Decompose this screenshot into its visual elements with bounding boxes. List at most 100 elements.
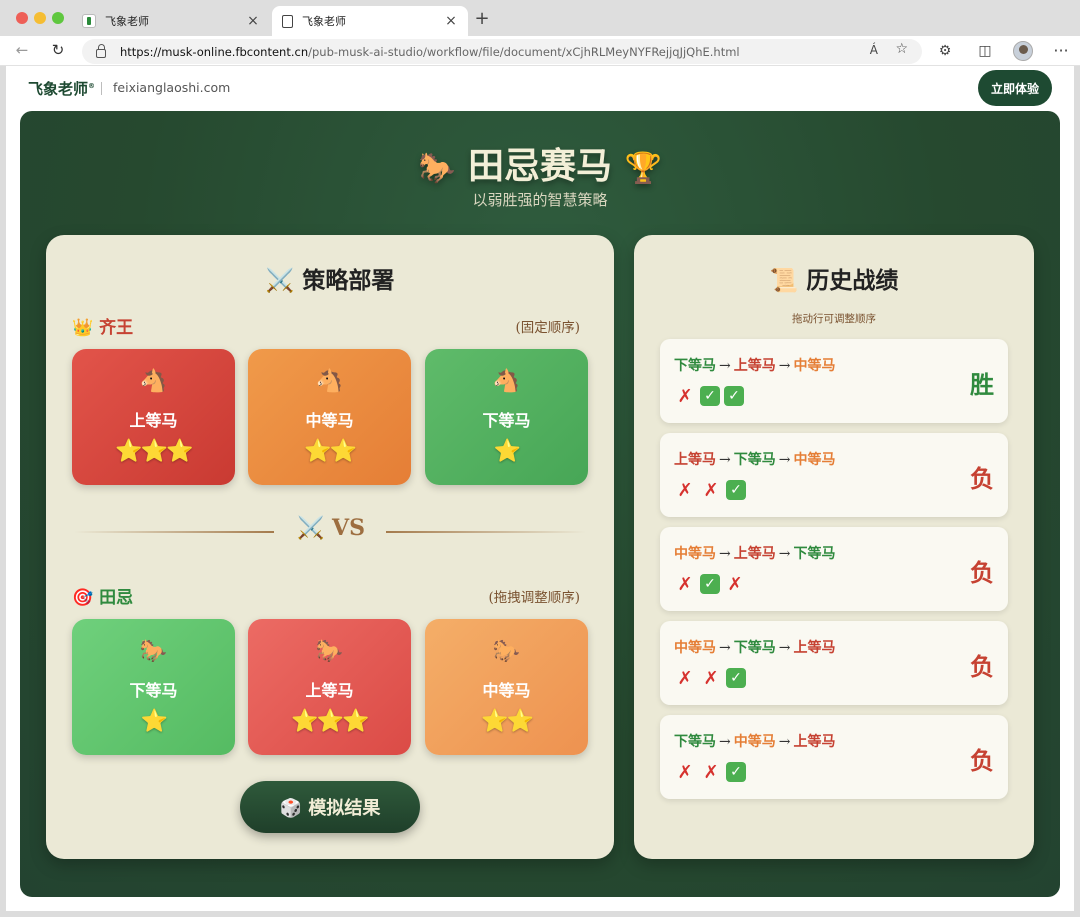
try-now-button[interactable]: 立即体验 xyxy=(978,70,1052,106)
check-mark-icon: ✓ xyxy=(724,386,744,406)
tab-close-icon[interactable]: × xyxy=(444,13,458,29)
history-panel: 📜 历史战绩 拖动行可调整顺序 下等马 → 上等马 → 中等马 ✗ ✓ ✓ 胜 上等马 →… xyxy=(634,235,1034,859)
cross-mark-icon: ✗ xyxy=(703,479,719,501)
horse-label: 下等马 xyxy=(482,411,531,430)
browser-tab-1[interactable]: 飞象老师 × xyxy=(72,6,270,36)
cross-mark-icon: ✗ xyxy=(677,573,693,595)
sequence-horse: 中等马 xyxy=(733,734,776,750)
page-title: 🐎 田忌赛马 🏆 xyxy=(20,137,1060,189)
history-record-row[interactable]: 下等马 → 中等马 → 上等马 ✗ ✗ ✓ 负 xyxy=(660,715,1008,799)
horse-face-icon: 🐴 xyxy=(492,369,521,394)
sequence-horse: 上等马 xyxy=(793,640,836,656)
vs-divider-left xyxy=(74,531,274,533)
arrow-icon: → xyxy=(719,734,731,750)
record-marks: ✗ ✓ ✗ xyxy=(674,573,746,595)
simulate-result-button[interactable]: 🎲 模拟结果 xyxy=(240,781,420,833)
new-tab-icon[interactable]: + xyxy=(472,8,492,29)
site-header: 飞象老师® feixianglaoshi.com 立即体验 xyxy=(6,66,1074,110)
window-zoom-button[interactable] xyxy=(52,12,64,24)
record-marks: ✗ ✗ ✓ xyxy=(674,479,746,501)
cross-mark-icon: ✗ xyxy=(677,479,693,501)
horse-stars: ⭐ xyxy=(493,439,521,464)
window-close-button[interactable] xyxy=(16,12,28,24)
history-record-row[interactable]: 上等马 → 下等马 → 中等马 ✗ ✗ ✓ 负 xyxy=(660,433,1008,517)
racing-horse-icon: 🐎 xyxy=(492,639,521,664)
tab-close-icon[interactable]: × xyxy=(246,13,260,29)
horse-label: 中等马 xyxy=(482,681,531,700)
profile-avatar[interactable] xyxy=(1013,41,1033,61)
history-record-row[interactable]: 下等马 → 上等马 → 中等马 ✗ ✓ ✓ 胜 xyxy=(660,339,1008,423)
racing-horse-icon: 🐎 xyxy=(139,639,168,664)
record-sequence: 中等马 → 下等马 → 上等马 xyxy=(674,637,835,657)
cross-mark-icon: ✗ xyxy=(677,761,693,783)
racing-horse-icon: 🐎 xyxy=(315,639,344,664)
qi-horse-card: 🐴 下等马 ⭐ xyxy=(425,349,588,485)
split-screen-icon[interactable]: ◫ xyxy=(976,43,994,59)
header-divider xyxy=(101,82,102,95)
title-text: 田忌赛马 xyxy=(467,145,612,187)
url-host: https://musk-online.fbcontent.cn xyxy=(120,44,309,59)
strategy-title-text: 策略部署 xyxy=(302,267,395,294)
record-marks: ✗ ✗ ✓ xyxy=(674,761,746,783)
qi-horse-card: 🐴 中等马 ⭐⭐ xyxy=(248,349,411,485)
record-sequence: 中等马 → 上等马 → 下等马 xyxy=(674,543,835,563)
arrow-icon: → xyxy=(778,734,791,750)
window-minimize-button[interactable] xyxy=(34,12,46,24)
record-sequence: 上等马 → 下等马 → 中等马 xyxy=(674,449,835,469)
back-arrow-icon[interactable]: ← xyxy=(12,41,32,59)
tab-title: 飞象老师 xyxy=(105,15,149,28)
lock-icon[interactable] xyxy=(96,44,106,58)
browser-tab-bar: 飞象老师 × 飞象老师 × + xyxy=(0,0,1080,36)
qi-row-header: 👑 齐王 (固定顺序) xyxy=(72,313,588,338)
horse-label: 上等马 xyxy=(129,411,178,430)
check-mark-icon: ✓ xyxy=(726,668,746,688)
brand-domain: feixianglaoshi.com xyxy=(113,80,231,95)
sequence-horse: 上等马 xyxy=(674,452,716,468)
horse-stars: ⭐⭐ xyxy=(304,439,357,464)
sequence-horse: 上等马 xyxy=(733,358,776,374)
sequence-horse: 下等马 xyxy=(733,452,776,468)
extensions-icon[interactable]: ⚙ xyxy=(936,43,954,59)
url-text[interactable]: https://musk-online.fbcontent.cn/pub-mus… xyxy=(120,45,740,59)
tian-horse-card-draggable[interactable]: 🐎 上等马 ⭐⭐⭐ xyxy=(248,619,411,755)
arrow-icon: → xyxy=(778,358,791,374)
cross-mark-icon: ✗ xyxy=(703,667,719,689)
game-app: 🐎 田忌赛马 🏆 以弱胜强的智慧策略 ⚔️ 策略部署 👑 齐王 (固定顺序) 🐴… xyxy=(20,111,1060,897)
trophy-icon: 🏆 xyxy=(624,151,662,186)
document-icon xyxy=(282,14,293,28)
site-favicon-icon xyxy=(82,14,96,28)
record-marks: ✗ ✗ ✓ xyxy=(674,667,746,689)
record-result: 负 xyxy=(970,558,994,587)
sequence-horse: 中等马 xyxy=(793,452,836,468)
brand-logo[interactable]: 飞象老师® xyxy=(28,78,95,99)
arrow-icon: → xyxy=(719,546,731,562)
history-title-text: 历史战绩 xyxy=(806,267,899,294)
target-icon: 🎯 xyxy=(72,588,94,608)
check-mark-icon: ✓ xyxy=(700,386,720,406)
sequence-horse: 中等马 xyxy=(793,358,836,374)
cross-mark-icon: ✗ xyxy=(703,761,719,783)
strategy-title: ⚔️ 策略部署 xyxy=(46,261,614,295)
arrow-icon: → xyxy=(719,358,731,374)
brand-mark: ® xyxy=(88,82,96,90)
horse-icon: 🐎 xyxy=(418,151,456,186)
tian-horse-card-draggable[interactable]: 🐎 中等马 ⭐⭐ xyxy=(425,619,588,755)
qi-note: (固定顺序) xyxy=(515,320,580,336)
address-bar[interactable]: https://musk-online.fbcontent.cn/pub-mus… xyxy=(82,39,922,64)
horse-face-icon: 🐴 xyxy=(139,369,168,394)
more-menu-icon[interactable]: ··· xyxy=(1052,41,1070,60)
favorite-star-icon[interactable]: ☆ xyxy=(895,41,908,57)
browser-tab-2[interactable]: 飞象老师 × xyxy=(272,6,468,36)
page: 飞象老师® feixianglaoshi.com 立即体验 🐎 田忌赛马 🏆 以… xyxy=(6,66,1074,911)
brand-name: 飞象老师 xyxy=(28,80,89,98)
tian-horse-card-draggable[interactable]: 🐎 下等马 ⭐ xyxy=(72,619,235,755)
sequence-horse: 上等马 xyxy=(793,734,836,750)
history-record-row[interactable]: 中等马 → 上等马 → 下等马 ✗ ✓ ✗ 负 xyxy=(660,527,1008,611)
arrow-icon: → xyxy=(719,640,731,656)
arrow-icon: → xyxy=(778,640,791,656)
read-aloud-icon[interactable]: Á xyxy=(870,43,878,57)
history-record-row[interactable]: 中等马 → 下等马 → 上等马 ✗ ✗ ✓ 负 xyxy=(660,621,1008,705)
reload-icon[interactable]: ↻ xyxy=(48,41,68,59)
scroll-icon: 📜 xyxy=(769,267,799,294)
sequence-horse: 下等马 xyxy=(674,734,716,750)
